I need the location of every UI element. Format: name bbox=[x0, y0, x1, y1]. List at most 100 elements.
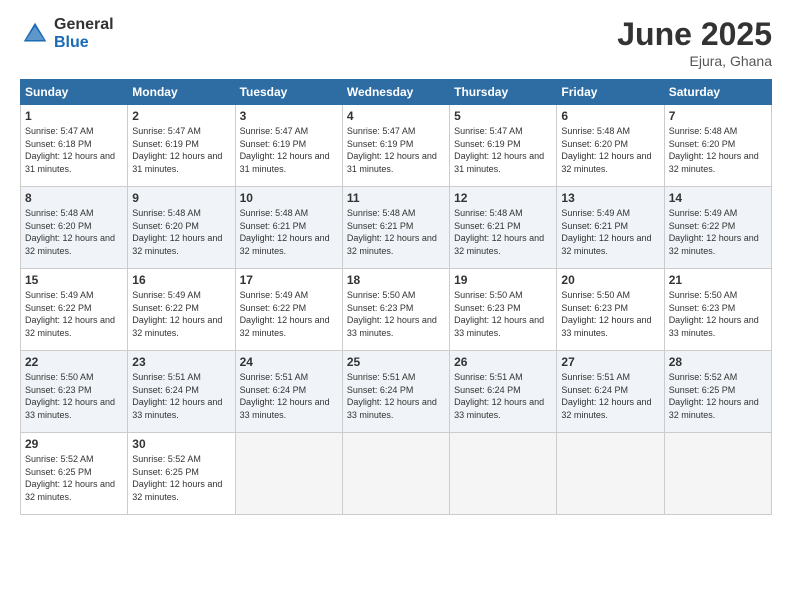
calendar-cell: 7 Sunrise: 5:48 AMSunset: 6:20 PMDaylight… bbox=[664, 105, 771, 187]
day-info: Sunrise: 5:51 AMSunset: 6:24 PMDaylight:… bbox=[347, 371, 445, 421]
calendar-cell bbox=[450, 433, 557, 515]
day-number: 21 bbox=[669, 273, 767, 287]
calendar-cell: 4 Sunrise: 5:47 AMSunset: 6:19 PMDaylight… bbox=[342, 105, 449, 187]
day-number: 20 bbox=[561, 273, 659, 287]
header-day: Monday bbox=[128, 80, 235, 105]
day-info: Sunrise: 5:48 AMSunset: 6:20 PMDaylight:… bbox=[25, 207, 123, 257]
day-number: 8 bbox=[25, 191, 123, 205]
day-info: Sunrise: 5:49 AMSunset: 6:21 PMDaylight:… bbox=[561, 207, 659, 257]
calendar-cell: 1Sunrise: 5:47 AMSunset: 6:18 PMDaylight… bbox=[21, 105, 128, 187]
day-info: Sunrise: 5:49 AMSunset: 6:22 PMDaylight:… bbox=[25, 289, 123, 339]
day-info: Sunrise: 5:47 AMSunset: 6:19 PMDaylight:… bbox=[240, 125, 338, 175]
header-row: SundayMondayTuesdayWednesdayThursdayFrid… bbox=[21, 80, 772, 105]
calendar-cell: 2 Sunrise: 5:47 AMSunset: 6:19 PMDaylight… bbox=[128, 105, 235, 187]
day-number: 15 bbox=[25, 273, 123, 287]
calendar-cell: 25Sunrise: 5:51 AMSunset: 6:24 PMDayligh… bbox=[342, 351, 449, 433]
calendar-cell: 29 Sunrise: 5:52 AMSunset: 6:25 PMDayligh… bbox=[21, 433, 128, 515]
day-info: Sunrise: 5:51 AMSunset: 6:24 PMDaylight:… bbox=[240, 371, 338, 421]
calendar-cell: 30Sunrise: 5:52 AMSunset: 6:25 PMDayligh… bbox=[128, 433, 235, 515]
title-area: June 2025 Ejura, Ghana bbox=[617, 16, 772, 69]
day-info: Sunrise: 5:49 AMSunset: 6:22 PMDaylight:… bbox=[132, 289, 230, 339]
calendar-cell: 3 Sunrise: 5:47 AMSunset: 6:19 PMDaylight… bbox=[235, 105, 342, 187]
logo-icon bbox=[20, 19, 50, 49]
day-info: Sunrise: 5:48 AMSunset: 6:20 PMDaylight:… bbox=[669, 125, 767, 175]
day-info: Sunrise: 5:48 AMSunset: 6:21 PMDaylight:… bbox=[454, 207, 552, 257]
calendar-cell: 18 Sunrise: 5:50 AMSunset: 6:23 PMDayligh… bbox=[342, 269, 449, 351]
day-info: Sunrise: 5:51 AMSunset: 6:24 PMDaylight:… bbox=[561, 371, 659, 421]
calendar-cell bbox=[342, 433, 449, 515]
day-info: Sunrise: 5:48 AMSunset: 6:21 PMDaylight:… bbox=[240, 207, 338, 257]
calendar-cell: 13 Sunrise: 5:49 AMSunset: 6:21 PMDayligh… bbox=[557, 187, 664, 269]
calendar-cell: 19 Sunrise: 5:50 AMSunset: 6:23 PMDayligh… bbox=[450, 269, 557, 351]
header: General Blue June 2025 Ejura, Ghana bbox=[20, 16, 772, 69]
day-number: 7 bbox=[669, 109, 767, 123]
day-number: 1 bbox=[25, 109, 123, 123]
day-number: 19 bbox=[454, 273, 552, 287]
day-number: 23 bbox=[132, 355, 230, 369]
day-info: Sunrise: 5:51 AMSunset: 6:24 PMDaylight:… bbox=[132, 371, 230, 421]
location: Ejura, Ghana bbox=[617, 53, 772, 69]
calendar-cell: 12 Sunrise: 5:48 AMSunset: 6:21 PMDayligh… bbox=[450, 187, 557, 269]
calendar-week-row: 1Sunrise: 5:47 AMSunset: 6:18 PMDaylight… bbox=[21, 105, 772, 187]
calendar-cell: 16Sunrise: 5:49 AMSunset: 6:22 PMDayligh… bbox=[128, 269, 235, 351]
day-info: Sunrise: 5:50 AMSunset: 6:23 PMDaylight:… bbox=[25, 371, 123, 421]
day-info: Sunrise: 5:47 AMSunset: 6:19 PMDaylight:… bbox=[347, 125, 445, 175]
calendar-cell: 24Sunrise: 5:51 AMSunset: 6:24 PMDayligh… bbox=[235, 351, 342, 433]
calendar-cell: 22 Sunrise: 5:50 AMSunset: 6:23 PMDayligh… bbox=[21, 351, 128, 433]
header-day: Friday bbox=[557, 80, 664, 105]
day-number: 29 bbox=[25, 437, 123, 451]
day-number: 22 bbox=[25, 355, 123, 369]
day-info: Sunrise: 5:52 AMSunset: 6:25 PMDaylight:… bbox=[132, 453, 230, 503]
calendar-cell: 17Sunrise: 5:49 AMSunset: 6:22 PMDayligh… bbox=[235, 269, 342, 351]
calendar-cell: 11 Sunrise: 5:48 AMSunset: 6:21 PMDayligh… bbox=[342, 187, 449, 269]
day-number: 14 bbox=[669, 191, 767, 205]
logo-blue: Blue bbox=[54, 34, 114, 52]
day-number: 28 bbox=[669, 355, 767, 369]
calendar-cell: 6Sunrise: 5:48 AMSunset: 6:20 PMDaylight… bbox=[557, 105, 664, 187]
day-number: 26 bbox=[454, 355, 552, 369]
calendar-cell: 28Sunrise: 5:52 AMSunset: 6:25 PMDayligh… bbox=[664, 351, 771, 433]
day-info: Sunrise: 5:47 AMSunset: 6:19 PMDaylight:… bbox=[454, 125, 552, 175]
day-number: 3 bbox=[240, 109, 338, 123]
day-number: 4 bbox=[347, 109, 445, 123]
calendar-cell: 8 Sunrise: 5:48 AMSunset: 6:20 PMDaylight… bbox=[21, 187, 128, 269]
day-info: Sunrise: 5:48 AMSunset: 6:20 PMDaylight:… bbox=[132, 207, 230, 257]
header-day: Saturday bbox=[664, 80, 771, 105]
calendar-cell: 23 Sunrise: 5:51 AMSunset: 6:24 PMDayligh… bbox=[128, 351, 235, 433]
calendar-week-row: 22 Sunrise: 5:50 AMSunset: 6:23 PMDayligh… bbox=[21, 351, 772, 433]
calendar-cell: 9 Sunrise: 5:48 AMSunset: 6:20 PMDaylight… bbox=[128, 187, 235, 269]
page: General Blue June 2025 Ejura, Ghana Sund… bbox=[0, 0, 792, 612]
day-info: Sunrise: 5:51 AMSunset: 6:24 PMDaylight:… bbox=[454, 371, 552, 421]
day-number: 13 bbox=[561, 191, 659, 205]
header-day: Tuesday bbox=[235, 80, 342, 105]
calendar-cell bbox=[664, 433, 771, 515]
calendar-body: 1Sunrise: 5:47 AMSunset: 6:18 PMDaylight… bbox=[21, 105, 772, 515]
calendar-week-row: 8 Sunrise: 5:48 AMSunset: 6:20 PMDaylight… bbox=[21, 187, 772, 269]
day-number: 17 bbox=[240, 273, 338, 287]
calendar-cell: 21Sunrise: 5:50 AMSunset: 6:23 PMDayligh… bbox=[664, 269, 771, 351]
day-number: 12 bbox=[454, 191, 552, 205]
calendar-cell bbox=[557, 433, 664, 515]
day-info: Sunrise: 5:50 AMSunset: 6:23 PMDaylight:… bbox=[454, 289, 552, 339]
logo: General Blue bbox=[20, 16, 114, 51]
day-number: 6 bbox=[561, 109, 659, 123]
calendar-cell bbox=[235, 433, 342, 515]
day-info: Sunrise: 5:47 AMSunset: 6:19 PMDaylight:… bbox=[132, 125, 230, 175]
calendar-header: SundayMondayTuesdayWednesdayThursdayFrid… bbox=[21, 80, 772, 105]
calendar-cell: 26 Sunrise: 5:51 AMSunset: 6:24 PMDayligh… bbox=[450, 351, 557, 433]
day-info: Sunrise: 5:48 AMSunset: 6:21 PMDaylight:… bbox=[347, 207, 445, 257]
day-info: Sunrise: 5:52 AMSunset: 6:25 PMDaylight:… bbox=[25, 453, 123, 503]
day-info: Sunrise: 5:50 AMSunset: 6:23 PMDaylight:… bbox=[347, 289, 445, 339]
day-number: 9 bbox=[132, 191, 230, 205]
calendar-cell: 20Sunrise: 5:50 AMSunset: 6:23 PMDayligh… bbox=[557, 269, 664, 351]
header-day: Sunday bbox=[21, 80, 128, 105]
day-info: Sunrise: 5:49 AMSunset: 6:22 PMDaylight:… bbox=[669, 207, 767, 257]
calendar-table: SundayMondayTuesdayWednesdayThursdayFrid… bbox=[20, 79, 772, 515]
calendar-cell: 15 Sunrise: 5:49 AMSunset: 6:22 PMDayligh… bbox=[21, 269, 128, 351]
header-day: Thursday bbox=[450, 80, 557, 105]
day-number: 2 bbox=[132, 109, 230, 123]
day-number: 11 bbox=[347, 191, 445, 205]
day-number: 18 bbox=[347, 273, 445, 287]
calendar-cell: 27 Sunrise: 5:51 AMSunset: 6:24 PMDayligh… bbox=[557, 351, 664, 433]
day-number: 27 bbox=[561, 355, 659, 369]
